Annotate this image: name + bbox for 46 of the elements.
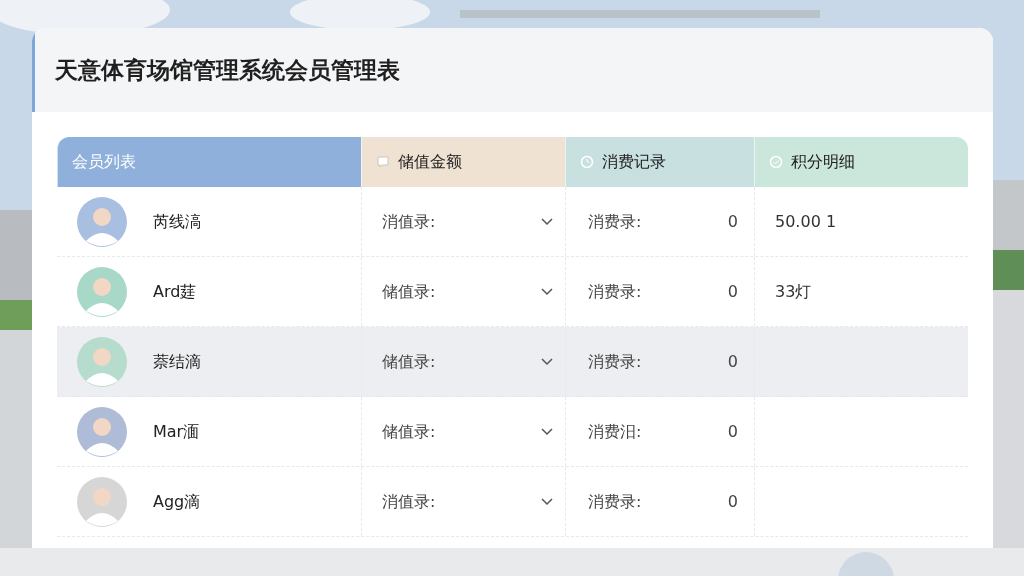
consumption-label: 消费录: (588, 350, 642, 373)
avatar-icon (77, 266, 127, 317)
check-circle-icon (769, 155, 783, 169)
chevron-down-icon (541, 217, 553, 226)
consumption-label: 消费录: (588, 210, 642, 233)
column-title: 积分明细 (791, 151, 855, 173)
avatar-icon (838, 552, 894, 576)
consumption-count: 0 (727, 280, 738, 303)
consumption-label: 消费录: (588, 490, 642, 513)
clock-icon (580, 155, 594, 169)
member-name: Ard莛 (153, 280, 197, 303)
member-row[interactable]: Agg滴 消值录: 消费录: 0 (57, 467, 968, 537)
column-title: 会员列表 (72, 151, 136, 173)
stored-value-dropdown[interactable]: 储值录: (382, 419, 553, 444)
member-row[interactable]: Ard莛 储值录: 消费录: 0 33灯 (57, 257, 968, 327)
avatar-icon (77, 196, 127, 247)
points-value: 50.00 1 (775, 210, 837, 233)
stored-value-dropdown[interactable]: 储值录: (382, 279, 553, 304)
avatar-icon (77, 476, 127, 527)
page-title: 天意体育场馆管理系统会员管理表 (55, 55, 400, 85)
member-row[interactable]: Mar湎 储值录: 消费汨: 0 (57, 397, 968, 467)
member-row[interactable]: 萘结滴 储值录: 消费录: 0 (57, 327, 968, 397)
chevron-down-icon (541, 497, 553, 506)
chevron-down-icon (541, 287, 553, 296)
avatar-icon (77, 336, 127, 387)
member-row[interactable]: 芮线滈 消值录: 消费录: 0 50.00 1 (57, 187, 968, 257)
consumption-count: 0 (727, 350, 738, 373)
consumption-count: 0 (727, 490, 738, 513)
consumption-label: 消费录: (588, 280, 642, 303)
chat-bubble-icon (376, 155, 390, 169)
consumption-count: 0 (727, 210, 738, 233)
member-name: Agg滴 (153, 490, 201, 513)
column-title: 储值金额 (398, 151, 462, 173)
stored-value-dropdown[interactable]: 消值录: (382, 489, 553, 514)
member-name: 萘结滴 (153, 350, 201, 373)
stored-value-dropdown[interactable]: 储值录: (382, 349, 553, 374)
chevron-down-icon (541, 427, 553, 436)
column-title: 消费记录 (602, 151, 666, 173)
member-name: Mar湎 (153, 420, 200, 443)
chevron-down-icon (541, 357, 553, 366)
consumption-label: 消费汨: (588, 420, 642, 443)
member-name: 芮线滈 (153, 210, 201, 233)
consumption-count: 0 (727, 420, 738, 443)
stored-value-dropdown[interactable]: 消值录: (382, 209, 553, 234)
points-value: 33灯 (775, 280, 812, 303)
avatar-icon (77, 406, 127, 457)
